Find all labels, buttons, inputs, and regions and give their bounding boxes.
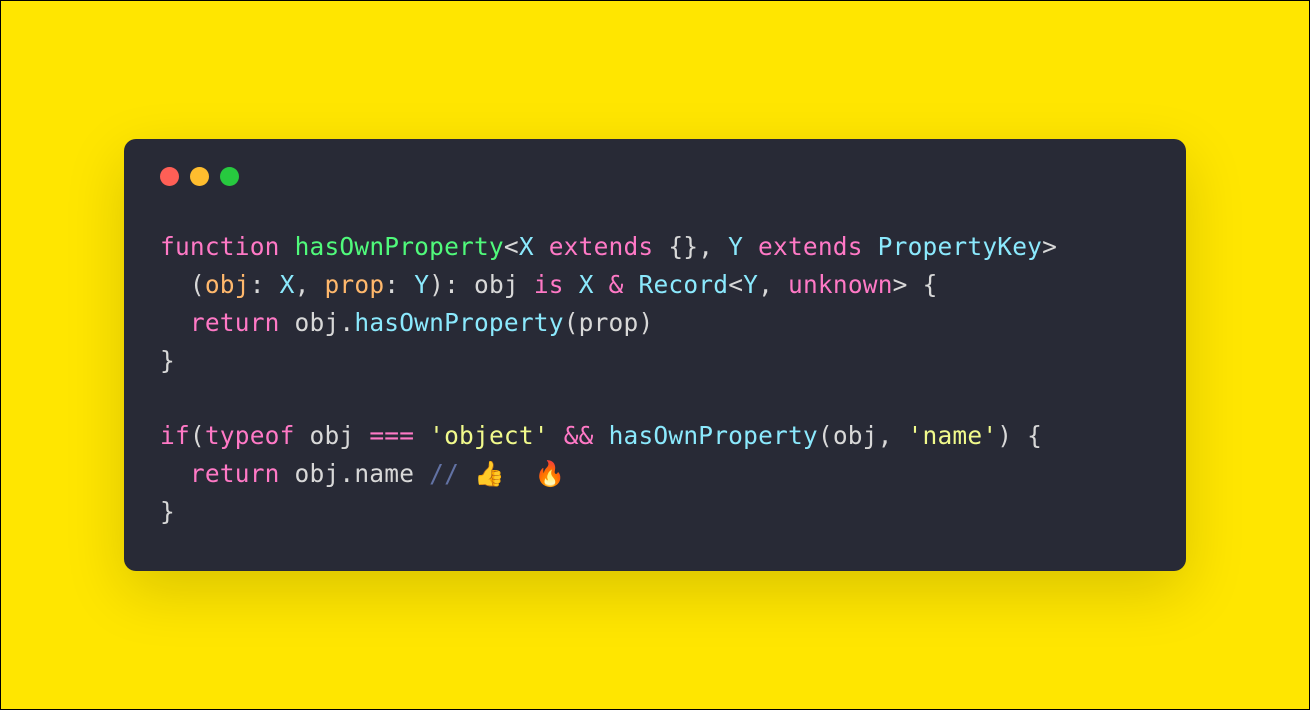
code-token: [549, 421, 564, 450]
code-token: if: [160, 421, 190, 450]
code-token: ===: [369, 421, 414, 450]
code-token: return: [190, 308, 280, 337]
code-token: :: [384, 270, 414, 299]
code-token: hasOwnProperty: [354, 308, 563, 337]
code-token: [414, 421, 429, 450]
code-token: [594, 421, 609, 450]
code-token: }: [160, 497, 175, 526]
code-token: ,: [295, 270, 325, 299]
code-token: (prop): [564, 308, 654, 337]
code-token: return: [190, 459, 280, 488]
minimize-icon: [190, 167, 209, 186]
window-controls: [160, 167, 1150, 186]
code-token: function: [160, 232, 295, 261]
code-token: extends: [743, 232, 878, 261]
code-token: X: [280, 270, 295, 299]
code-token: 'object': [429, 421, 549, 450]
code-token: :: [250, 270, 280, 299]
code-token: ,: [698, 232, 728, 261]
code-token: &&: [564, 421, 594, 450]
code-token: obj: [474, 270, 519, 299]
code-token: obj: [205, 270, 250, 299]
close-icon: [160, 167, 179, 186]
code-token: hasOwnProperty: [609, 421, 818, 450]
code-token: &: [594, 270, 639, 299]
code-token: ) {: [997, 421, 1042, 450]
code-token: PropertyKey: [878, 232, 1042, 261]
code-token: <: [728, 270, 743, 299]
code-token: (: [160, 270, 205, 299]
code-token: Y: [743, 270, 758, 299]
code-token: (obj,: [818, 421, 908, 450]
code-token: hasOwnProperty: [295, 232, 504, 261]
code-token: obj: [295, 421, 370, 450]
code-token: ,: [758, 270, 788, 299]
code-token: typeof: [205, 421, 295, 450]
code-token: {}: [668, 232, 698, 261]
code-token: extends: [534, 232, 669, 261]
code-token: [160, 459, 190, 488]
code-token: [160, 308, 190, 337]
code-token: > {: [893, 270, 938, 299]
code-token: unknown: [788, 270, 893, 299]
code-token: // 👍 🔥: [429, 459, 565, 488]
code-token: }: [160, 346, 175, 375]
code-token: X: [579, 270, 594, 299]
code-token: ):: [429, 270, 474, 299]
code-token: 'name': [908, 421, 998, 450]
code-block: function hasOwnProperty<X extends {}, Y …: [160, 228, 1150, 532]
maximize-icon: [220, 167, 239, 186]
code-token: is: [519, 270, 579, 299]
code-token: obj.: [280, 308, 355, 337]
code-token: (: [190, 421, 205, 450]
code-window: function hasOwnProperty<X extends {}, Y …: [124, 139, 1186, 572]
code-token: Record: [639, 270, 729, 299]
code-token: prop: [324, 270, 384, 299]
code-token: X: [519, 232, 534, 261]
code-token: Y: [728, 232, 743, 261]
code-token: Y: [414, 270, 429, 299]
code-token: <: [504, 232, 519, 261]
code-token: obj.name: [280, 459, 430, 488]
code-token: >: [1042, 232, 1057, 261]
